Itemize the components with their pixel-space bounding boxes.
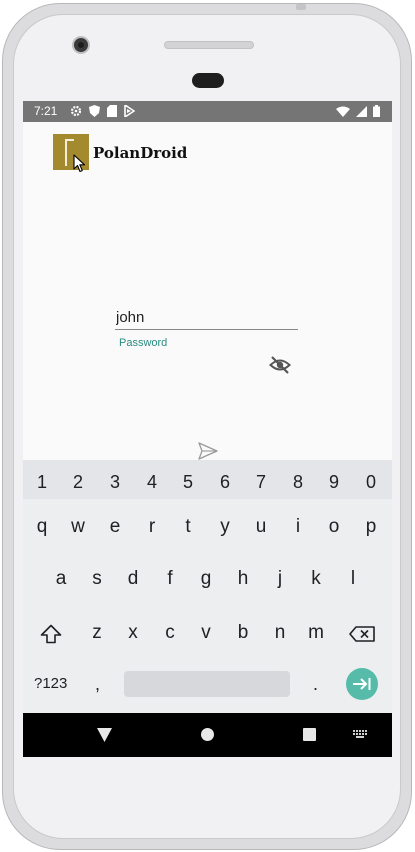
key-w[interactable]: w xyxy=(63,515,93,539)
enter-key[interactable] xyxy=(346,668,378,700)
key-v[interactable]: v xyxy=(191,621,221,645)
battery-icon xyxy=(373,105,380,117)
navigation-bar xyxy=(23,713,392,757)
key-x[interactable]: x xyxy=(118,621,148,645)
gear-icon xyxy=(70,105,82,117)
key-y[interactable]: y xyxy=(210,515,240,539)
symbols-key[interactable]: ?123 xyxy=(34,675,67,692)
key-l[interactable]: l xyxy=(338,567,368,591)
cell-signal-icon xyxy=(356,105,367,117)
screen: 7:21 PolanDroid john Password 1 2 3 4 5 … xyxy=(23,101,392,757)
status-time: 7:21 xyxy=(34,104,58,118)
power-button xyxy=(296,4,306,10)
send-icon[interactable] xyxy=(197,441,219,461)
app-title: PolanDroid xyxy=(93,144,188,162)
soft-keyboard: 1 2 3 4 5 6 7 8 9 0 q w e r t y u i o p … xyxy=(23,460,392,713)
key-d[interactable]: d xyxy=(118,567,148,591)
shift-icon[interactable] xyxy=(40,624,62,644)
key-i[interactable]: i xyxy=(283,515,313,539)
key-0[interactable]: 0 xyxy=(356,470,386,494)
wifi-icon xyxy=(336,106,350,117)
speaker-grill xyxy=(164,41,254,49)
comma-key[interactable]: , xyxy=(95,674,100,695)
tab-next-icon xyxy=(353,678,371,690)
home-icon[interactable] xyxy=(201,728,214,741)
key-8[interactable]: 8 xyxy=(283,470,313,494)
period-key[interactable]: . xyxy=(313,674,318,695)
key-4[interactable]: 4 xyxy=(137,470,167,494)
key-h[interactable]: h xyxy=(228,567,258,591)
key-e[interactable]: e xyxy=(100,515,130,539)
mouse-cursor-icon xyxy=(73,154,86,173)
key-r[interactable]: r xyxy=(137,515,167,539)
spacebar[interactable] xyxy=(124,671,290,697)
key-p[interactable]: p xyxy=(356,515,386,539)
key-9[interactable]: 9 xyxy=(319,470,349,494)
backspace-icon[interactable] xyxy=(349,626,375,642)
visibility-off-icon[interactable] xyxy=(269,355,291,375)
back-icon[interactable] xyxy=(97,728,112,742)
key-2[interactable]: 2 xyxy=(63,470,93,494)
key-s[interactable]: s xyxy=(82,567,112,591)
key-a[interactable]: a xyxy=(46,567,76,591)
username-input[interactable] xyxy=(115,306,298,330)
key-k[interactable]: k xyxy=(301,567,331,591)
password-field-label[interactable]: Password xyxy=(119,337,167,349)
keyboard-number-row: 1 2 3 4 5 6 7 8 9 0 xyxy=(23,460,392,499)
key-g[interactable]: g xyxy=(191,567,221,591)
key-n[interactable]: n xyxy=(265,621,295,645)
play-protect-icon xyxy=(124,105,135,117)
key-6[interactable]: 6 xyxy=(210,470,240,494)
recents-icon[interactable] xyxy=(303,728,316,741)
key-3[interactable]: 3 xyxy=(100,470,130,494)
key-5[interactable]: 5 xyxy=(173,470,203,494)
keyboard-switch-icon[interactable] xyxy=(353,730,368,739)
key-q[interactable]: q xyxy=(27,515,57,539)
earpiece-speaker xyxy=(192,73,224,88)
key-m[interactable]: m xyxy=(301,621,331,645)
key-o[interactable]: o xyxy=(319,515,349,539)
key-j[interactable]: j xyxy=(265,567,295,591)
status-bar: 7:21 xyxy=(23,101,392,122)
shield-icon xyxy=(89,105,100,117)
front-camera xyxy=(72,36,90,54)
sd-card-icon xyxy=(107,105,117,117)
key-7[interactable]: 7 xyxy=(246,470,276,494)
key-b[interactable]: b xyxy=(228,621,258,645)
key-c[interactable]: c xyxy=(155,621,185,645)
key-t[interactable]: t xyxy=(173,515,203,539)
key-1[interactable]: 1 xyxy=(27,470,57,494)
key-u[interactable]: u xyxy=(246,515,276,539)
key-f[interactable]: f xyxy=(155,567,185,591)
key-z[interactable]: z xyxy=(82,621,112,645)
